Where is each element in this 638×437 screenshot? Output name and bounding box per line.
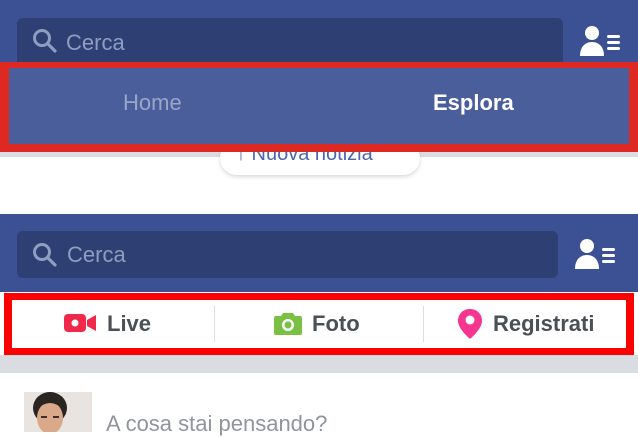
checkin-label: Registrati [493, 311, 595, 336]
feed-separator-2 [0, 355, 638, 373]
photo-label: Foto [312, 311, 360, 336]
action-bar: Live Foto Registrati [12, 300, 626, 348]
search-bar[interactable]: Cerca [17, 18, 563, 66]
camera-icon [274, 310, 302, 341]
friends-menu-icon[interactable] [578, 24, 622, 63]
search-placeholder: Cerca [66, 30, 125, 55]
tab-esplora[interactable]: Esplora [433, 90, 514, 116]
new-story-label: ↑ Nuova notizia [236, 143, 373, 165]
search-placeholder-2: Cerca [67, 242, 126, 267]
new-story-pill[interactable]: ↑ Nuova notizia [220, 141, 420, 175]
checkin-button[interactable]: Registrati [424, 300, 626, 348]
live-label: Live [107, 311, 152, 336]
photo-button[interactable]: Foto [215, 300, 423, 348]
search-icon [32, 28, 58, 59]
live-video-icon [64, 312, 96, 339]
tab-bar: Home Esplora [9, 68, 629, 144]
tab-bar-highlight: Home Esplora [0, 62, 638, 152]
search-bar-2[interactable]: Cerca [17, 231, 558, 278]
live-button[interactable]: Live [12, 300, 216, 348]
action-bar-highlight: Live Foto Registrati [4, 293, 634, 355]
search-icon [32, 242, 58, 273]
avatar[interactable] [24, 392, 92, 432]
tab-home[interactable]: Home [123, 90, 182, 116]
friends-menu-icon[interactable] [573, 237, 617, 276]
location-pin-icon [458, 309, 482, 344]
composer-placeholder[interactable]: A cosa stai pensando? [106, 411, 327, 437]
